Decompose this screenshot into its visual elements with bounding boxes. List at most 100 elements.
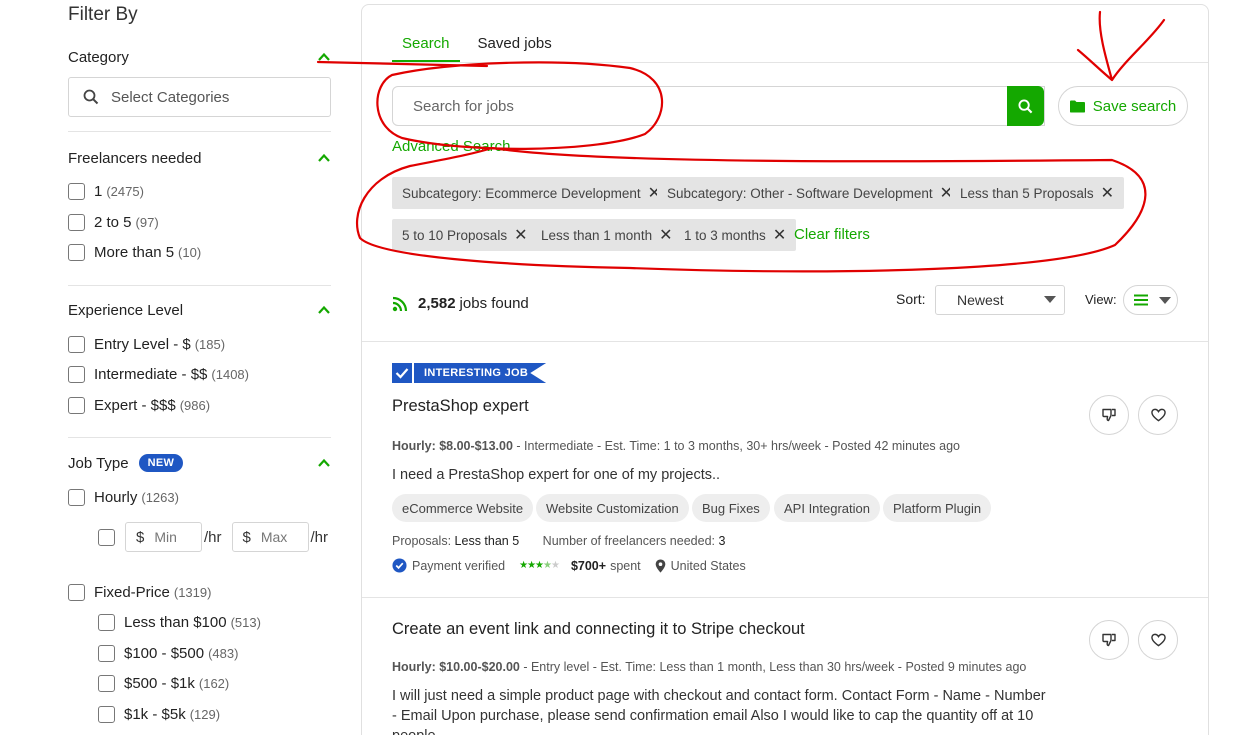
advanced-search-link[interactable]: Advanced Search [392,138,510,155]
close-icon[interactable]: ✕ [659,225,672,245]
option-count: (185) [194,337,226,352]
dislike-button[interactable] [1089,395,1129,435]
filter-chip[interactable]: Subcategory: Ecommerce Development ✕ [392,177,672,209]
jobs-found: 2,582 jobs found [392,295,529,312]
freelancers-label: Freelancers needed [68,149,202,167]
caret-down-icon [1159,296,1171,304]
checkbox[interactable] [98,614,115,631]
location-pin-icon [655,559,665,572]
close-icon[interactable]: ✕ [514,225,527,245]
tabs-divider [362,62,1208,63]
freelancers-option[interactable]: 2 to 5 (97) [68,214,159,231]
check-icon [392,363,412,383]
skill-tag[interactable]: Bug Fixes [692,494,770,522]
divider [68,131,331,132]
checkbox[interactable] [98,645,115,662]
checkbox[interactable] [68,489,85,506]
checkbox[interactable] [68,397,85,414]
job-search-input[interactable]: Search for jobs [392,86,1045,126]
checkbox[interactable] [68,214,85,231]
chip-label: Less than 5 Proposals [960,185,1094,201]
chevron-up-icon[interactable] [317,50,331,64]
close-icon[interactable]: ✕ [773,225,786,245]
close-icon[interactable]: ✕ [1101,183,1114,203]
filter-chip[interactable]: Less than 5 Proposals ✕ [950,177,1124,209]
experience-option[interactable]: Entry Level - $ (185) [68,336,225,353]
option-label: More than 5 [94,244,175,261]
tab-saved-jobs[interactable]: Saved jobs [478,35,552,63]
view-label: View: [1085,292,1117,307]
save-job-button[interactable] [1138,620,1178,660]
jobs-count: 2,582 [418,295,456,312]
fixed-price-range-option[interactable]: Less than $100 (513) [98,614,261,631]
checkbox[interactable] [68,244,85,261]
freelancers-section-header[interactable]: Freelancers needed [68,148,331,168]
freelancers-option[interactable]: 1 (2475) [68,183,144,200]
filter-chip[interactable]: 5 to 10 Proposals ✕ [392,219,538,251]
job-meta-details: - Intermediate - Est. Time: 1 to 3 month… [512,439,960,453]
checkbox[interactable] [98,675,115,692]
freelancers-option[interactable]: More than 5 (10) [68,244,201,261]
divider [362,597,1208,598]
hourly-option[interactable]: Hourly (1263) [68,489,179,506]
caret-down-icon [1044,296,1056,303]
checkbox[interactable] [98,706,115,723]
chevron-up-icon[interactable] [317,303,331,317]
search-tabs: Search Saved jobs [392,35,570,63]
sort-label: Sort: [896,291,926,307]
chevron-up-icon[interactable] [317,151,331,165]
heart-icon [1150,408,1166,422]
skill-tag[interactable]: API Integration [774,494,880,522]
save-search-button[interactable]: Save search [1058,86,1188,126]
spent-amount: $700+ [570,558,607,573]
currency-symbol: $ [242,528,251,546]
fixed-price-range-option[interactable]: $500 - $1k (162) [98,675,229,692]
filter-chip[interactable]: Subcategory: Other - Software Developmen… [657,177,964,209]
sort-select[interactable]: Newest [935,285,1065,315]
experience-option[interactable]: Intermediate - $$ (1408) [68,366,249,383]
job-description: I will just need a simple product page w… [392,688,1046,735]
save-job-button[interactable] [1138,395,1178,435]
experience-section-header[interactable]: Experience Level [68,300,331,320]
search-button[interactable] [1007,86,1044,126]
option-label: Entry Level - $ [94,336,191,353]
save-search-label: Save search [1092,97,1177,115]
job-type-section-header[interactable]: Job Type NEW [68,453,331,473]
option-label: $1k - $5k [124,706,186,723]
tab-search[interactable]: Search [392,35,460,63]
rating-stars: ★★★★★ [519,560,560,571]
spent-label: spent [610,558,641,573]
option-label: Fixed-Price [94,584,170,601]
category-select-input[interactable]: Select Categories [68,77,331,117]
proposals-label: Proposals: [392,534,452,548]
dislike-button[interactable] [1089,620,1129,660]
filter-chip[interactable]: Less than 1 month ✕ [531,219,683,251]
job-title[interactable]: Create an event link and connecting it t… [392,620,805,639]
jobs-found-label: jobs found [459,295,529,312]
checkbox[interactable] [68,584,85,601]
chevron-up-icon[interactable] [317,456,331,470]
max-rate-input[interactable]: $ Max [231,522,309,552]
filter-chip[interactable]: 1 to 3 months ✕ [674,219,797,251]
freelancers-needed-value: 3 [718,534,726,548]
option-count: (10) [178,245,202,260]
checkbox[interactable] [98,528,115,546]
checkbox[interactable] [68,336,85,353]
job-title[interactable]: PrestaShop expert [392,397,529,416]
view-toggle[interactable] [1123,285,1178,315]
fixed-price-option[interactable]: Fixed-Price (1319) [68,584,211,601]
skill-tag[interactable]: Platform Plugin [883,494,992,522]
experience-option[interactable]: Expert - $$$ (986) [68,397,210,414]
rss-icon[interactable] [392,296,408,312]
checkbox[interactable] [68,183,85,200]
option-count: (986) [179,398,211,413]
min-rate-input[interactable]: $ Min [125,522,202,552]
category-section-header[interactable]: Category [68,47,331,67]
checkbox[interactable] [68,366,85,383]
skill-tag[interactable]: Website Customization [536,494,689,522]
fixed-price-range-option[interactable]: $100 - $500 (483) [98,645,238,662]
heart-icon [1150,633,1166,647]
clear-filters-link[interactable]: Clear filters [794,226,870,243]
fixed-price-range-option[interactable]: $1k - $5k (129) [98,706,220,723]
skill-tag[interactable]: eCommerce Website [392,494,534,522]
